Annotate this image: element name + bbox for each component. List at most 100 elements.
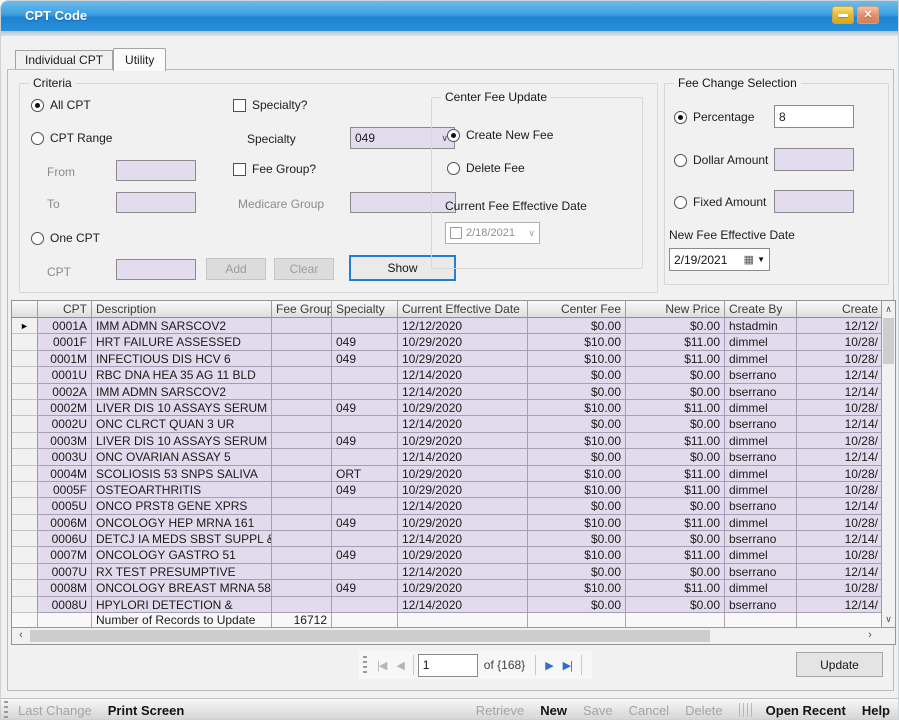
vertical-scrollbar[interactable]: ∧ ∨ <box>881 301 895 628</box>
add-button[interactable]: Add <box>206 258 266 280</box>
col-header-new-price[interactable]: New Price <box>626 301 725 318</box>
first-page-button[interactable]: |◀ <box>372 659 391 672</box>
cell-center-fee: $10.00 <box>528 351 626 367</box>
col-header-fee-group[interactable]: Fee Group <box>272 301 332 318</box>
window-title: CPT Code <box>25 1 87 31</box>
table-row[interactable]: 0008M ONCOLOGY BREAST MRNA 58 049 10/29/… <box>12 580 883 596</box>
next-page-button[interactable]: ▶ <box>540 659 557 672</box>
tab-individual-cpt[interactable]: Individual CPT <box>15 50 113 70</box>
statusbar-grip[interactable] <box>4 701 8 719</box>
vertical-scroll-thumb[interactable] <box>883 318 894 364</box>
table-row[interactable]: 0007U RX TEST PRESUMPTIVE 12/14/2020 $0.… <box>12 564 883 580</box>
horizontal-scrollbar[interactable]: ‹ › <box>12 627 895 644</box>
cell-current-effective-date: 12/14/2020 <box>398 498 528 514</box>
horizontal-scroll-thumb[interactable] <box>30 630 710 642</box>
table-row[interactable]: 0001M INFECTIOUS DIS HCV 6 049 10/29/202… <box>12 351 883 367</box>
cell-center-fee: $0.00 <box>528 367 626 383</box>
delete-button[interactable]: Delete <box>685 703 723 718</box>
radio-icon <box>674 154 687 167</box>
close-button[interactable]: ✕ <box>857 6 879 24</box>
col-header-specialty[interactable]: Specialty <box>332 301 398 318</box>
fixed-amount-input[interactable] <box>774 190 854 213</box>
to-input[interactable] <box>116 192 196 213</box>
scroll-up-icon[interactable]: ∧ <box>882 302 895 317</box>
pager-grip[interactable] <box>363 656 367 674</box>
radio-delete-fee[interactable]: Delete Fee <box>447 160 525 176</box>
scroll-left-icon[interactable]: ‹ <box>14 628 28 644</box>
col-header-description[interactable]: Description <box>92 301 272 318</box>
table-row[interactable]: 0005U ONCO PRST8 GENE XPRS 12/14/2020 $0… <box>12 498 883 514</box>
current-row-indicator <box>12 515 38 531</box>
checkbox-fee-group[interactable]: Fee Group? <box>233 161 316 177</box>
cancel-button[interactable]: Cancel <box>629 703 669 718</box>
radio-percentage[interactable]: Percentage <box>674 109 754 125</box>
minimize-button[interactable] <box>832 6 854 24</box>
last-change-button[interactable]: Last Change <box>18 703 92 718</box>
radio-fixed-amount[interactable]: Fixed Amount <box>674 194 766 210</box>
cell-specialty <box>332 318 398 334</box>
last-page-button[interactable]: ▶| <box>558 659 577 672</box>
cell-new-price: $0.00 <box>626 367 725 383</box>
cell-new-price: $0.00 <box>626 531 725 547</box>
current-row-indicator <box>12 367 38 383</box>
scroll-right-icon[interactable]: › <box>863 628 877 644</box>
radio-cpt-range[interactable]: CPT Range <box>31 130 112 146</box>
new-fee-date-picker[interactable]: 2/19/2021 ▦ ▼ <box>669 248 770 271</box>
col-header-current-effective-date[interactable]: Current Effective Date <box>398 301 528 318</box>
dollar-amount-input[interactable] <box>774 148 854 171</box>
cell-specialty: 049 <box>332 351 398 367</box>
cell-cpt: 0007U <box>38 564 92 580</box>
radio-all-cpt[interactable]: All CPT <box>31 97 91 113</box>
table-row[interactable]: 0002U ONC CLRCT QUAN 3 UR 12/14/2020 $0.… <box>12 416 883 432</box>
cell-create-by: bserrano <box>725 449 797 465</box>
table-row[interactable]: 0001F HRT FAILURE ASSESSED 049 10/29/202… <box>12 334 883 350</box>
table-row[interactable]: 0006U DETCJ IA MEDS SBST SUPPL & 12/14/2… <box>12 531 883 547</box>
cell-description: HRT FAILURE ASSESSED <box>92 334 272 350</box>
table-row[interactable]: 0008U HPYLORI DETECTION & 12/14/2020 $0.… <box>12 597 883 613</box>
table-row[interactable]: 0002M LIVER DIS 10 ASSAYS SERUM 049 10/2… <box>12 400 883 416</box>
cell-fee-group <box>272 334 332 350</box>
table-row[interactable]: 0007M ONCOLOGY GASTRO 51 049 10/29/2020 … <box>12 547 883 563</box>
table-row[interactable]: 0003M LIVER DIS 10 ASSAYS SERUM 049 10/2… <box>12 433 883 449</box>
table-row[interactable]: 0005F OSTEOARTHRITIS 049 10/29/2020 $10.… <box>12 482 883 498</box>
cpt-input[interactable] <box>116 259 196 280</box>
checkbox-specialty[interactable]: Specialty? <box>233 97 307 113</box>
radio-create-new-fee[interactable]: Create New Fee <box>447 127 553 143</box>
page-count-label: of {168} <box>484 658 525 672</box>
col-header-create[interactable]: Create <box>797 301 883 318</box>
cell-center-fee: $10.00 <box>528 400 626 416</box>
clear-button[interactable]: Clear <box>274 258 334 280</box>
current-fee-date-picker[interactable]: 2/18/2021 ∨ <box>445 222 540 244</box>
tab-utility[interactable]: Utility <box>113 48 166 71</box>
save-button[interactable]: Save <box>583 703 613 718</box>
table-row[interactable]: 0001U RBC DNA HEA 35 AG 11 BLD 12/14/202… <box>12 367 883 383</box>
percentage-input[interactable] <box>774 105 854 128</box>
help-button[interactable]: Help <box>862 703 890 718</box>
print-screen-button[interactable]: Print Screen <box>108 703 185 718</box>
checkbox-icon <box>450 227 462 239</box>
cell-current-effective-date: 10/29/2020 <box>398 433 528 449</box>
radio-dollar-amount[interactable]: Dollar Amount <box>674 152 768 168</box>
radio-one-cpt[interactable]: One CPT <box>31 230 100 246</box>
table-row[interactable]: 0003U ONC OVARIAN ASSAY 5 12/14/2020 $0.… <box>12 449 883 465</box>
cell-description: ONC OVARIAN ASSAY 5 <box>92 449 272 465</box>
table-row[interactable]: 0004M SCOLIOSIS 53 SNPS SALIVA ORT 10/29… <box>12 466 883 482</box>
radio-icon <box>447 162 460 175</box>
table-row[interactable]: 0006M ONCOLOGY HEP MRNA 161 049 10/29/20… <box>12 515 883 531</box>
cell-create: 10/28/ <box>797 334 883 350</box>
table-row[interactable]: 0002A IMM ADMN SARSCOV2 12/14/2020 $0.00… <box>12 384 883 400</box>
from-input[interactable] <box>116 160 196 181</box>
col-header-center-fee[interactable]: Center Fee <box>528 301 626 318</box>
retrieve-button[interactable]: Retrieve <box>476 703 524 718</box>
table-row[interactable]: ► 0001A IMM ADMN SARSCOV2 12/12/2020 $0.… <box>12 318 883 334</box>
page-number-input[interactable] <box>418 654 478 677</box>
scroll-down-icon[interactable]: ∨ <box>882 612 895 627</box>
col-header-cpt[interactable]: CPT <box>38 301 92 318</box>
update-button[interactable]: Update <box>796 652 883 677</box>
checkbox-icon <box>233 99 246 112</box>
col-header-create-by[interactable]: Create By <box>725 301 797 318</box>
open-recent-button[interactable]: Open Recent <box>766 703 846 718</box>
previous-page-button[interactable]: ◀ <box>391 659 408 672</box>
cell-create-by: bserrano <box>725 384 797 400</box>
new-button[interactable]: New <box>540 703 567 718</box>
